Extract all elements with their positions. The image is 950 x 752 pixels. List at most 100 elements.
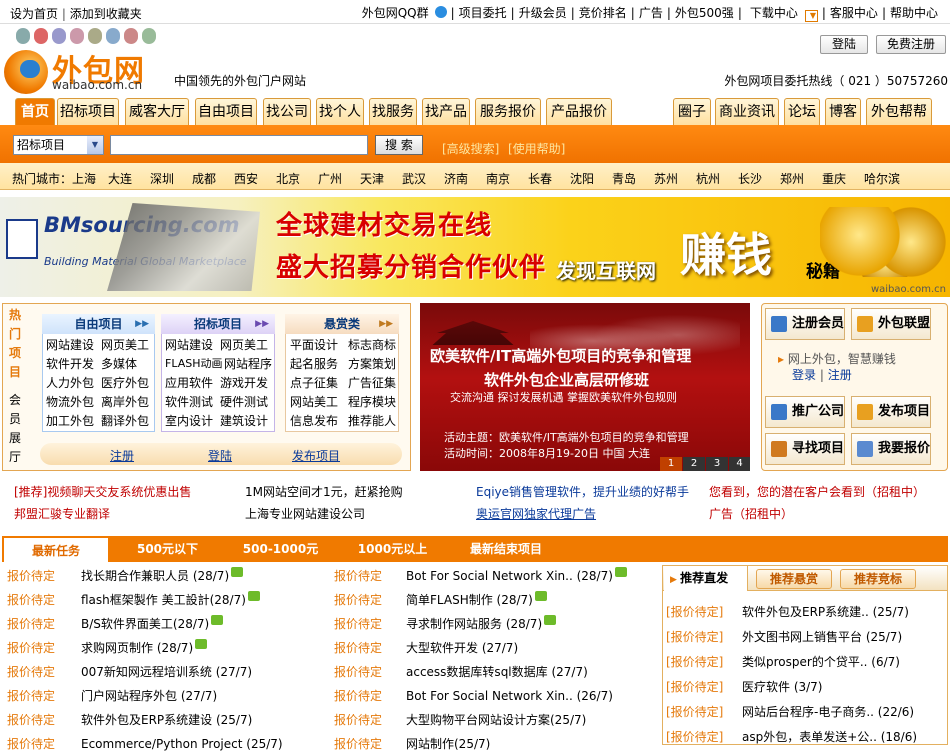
free-projects-header[interactable]: 自由项目 ▶▶: [42, 314, 155, 334]
category-link[interactable]: 多媒体: [101, 355, 137, 372]
city-link[interactable]: 上海: [72, 170, 96, 187]
register-link[interactable]: 注册: [110, 447, 134, 464]
member-hall-side-label[interactable]: 会 员 展 厅: [6, 391, 24, 467]
nav-forum[interactable]: 论坛: [784, 98, 820, 125]
top500-link[interactable]: 外包500强: [671, 6, 738, 20]
category-link[interactable]: 应用软件: [165, 374, 213, 391]
category-link[interactable]: 标志商标: [348, 336, 396, 353]
add-favorite-link[interactable]: 添加到收藏夹: [70, 7, 142, 21]
category-link[interactable]: 物流外包: [46, 393, 94, 410]
tab-recommended-direct[interactable]: ▶ 推荐直发: [664, 566, 748, 591]
text-ad[interactable]: 1M网站空间才1元，赶紧抢购: [245, 483, 403, 500]
category-link[interactable]: FLASH动画: [165, 355, 223, 371]
task-title-link[interactable]: Ecommerce/Python Project (25/7): [81, 737, 283, 751]
task-title-link[interactable]: 007新知网远程培训系统 (27/7): [81, 665, 252, 679]
member-login-link[interactable]: 登录: [792, 368, 816, 382]
city-link[interactable]: 长春: [528, 170, 552, 187]
promote-company-button[interactable]: 推广公司: [765, 396, 845, 428]
category-link[interactable]: 起名服务: [290, 355, 338, 372]
login-button[interactable]: 登陆: [820, 35, 868, 54]
task-title-link[interactable]: Bot For Social Network Xin.. (28/7): [406, 569, 613, 583]
usage-help-link[interactable]: [使用帮助]: [508, 140, 565, 157]
search-input[interactable]: [110, 135, 368, 155]
nav-find-company[interactable]: 找公司: [263, 98, 311, 125]
city-link[interactable]: 南京: [486, 170, 510, 187]
nav-help-group[interactable]: 外包帮帮: [866, 98, 932, 125]
slideshow[interactable]: 欧美软件/IT高端外包项目的竞争和管理 软件外包企业高层研修班 交流沟通 探讨发…: [420, 303, 750, 471]
text-ad[interactable]: 上海专业网站建设公司: [245, 505, 365, 522]
category-link[interactable]: 翻译外包: [101, 412, 149, 429]
nav-blog[interactable]: 博客: [825, 98, 861, 125]
slide-page-4[interactable]: 4: [729, 457, 750, 471]
upgrade-member-link[interactable]: 升级会员: [515, 6, 571, 20]
city-link[interactable]: 成都: [192, 170, 216, 187]
city-link[interactable]: 深圳: [150, 170, 174, 187]
bid-projects-header[interactable]: 招标项目 ▶▶: [161, 314, 275, 334]
task-title-link[interactable]: 网站后台程序-电子商务.. (22/6): [742, 705, 914, 719]
category-link[interactable]: 加工外包: [46, 412, 94, 429]
select-arrow-icon[interactable]: ▼: [87, 136, 103, 154]
category-link[interactable]: 硬件测试: [220, 393, 268, 410]
service-center-link[interactable]: 客服中心: [826, 6, 882, 20]
city-link[interactable]: 杭州: [696, 170, 720, 187]
category-link[interactable]: 程序模块: [348, 393, 396, 410]
logo[interactable]: 外包网 waibao.com.cn: [4, 26, 164, 94]
category-link[interactable]: 方案策划: [348, 355, 396, 372]
text-ad[interactable]: 邦盟汇骏专业翻译: [14, 505, 110, 522]
slide-page-1[interactable]: 1: [660, 457, 682, 471]
task-title-link[interactable]: asp外包，表单发送+公.. (18/6): [742, 730, 917, 744]
city-link[interactable]: 苏州: [654, 170, 678, 187]
member-register-link[interactable]: 注册: [828, 368, 852, 382]
nav-find-service[interactable]: 找服务: [369, 98, 417, 125]
category-link[interactable]: 广告征集: [348, 374, 396, 391]
task-title-link[interactable]: 简单FLASH制作 (28/7): [406, 593, 533, 607]
publish-project-button[interactable]: 发布项目: [851, 396, 931, 428]
category-link[interactable]: 游戏开发: [220, 374, 268, 391]
city-link[interactable]: 长沙: [738, 170, 762, 187]
category-link[interactable]: 网站美工: [290, 393, 338, 410]
nav-product-quote[interactable]: 产品报价: [546, 98, 612, 125]
category-link[interactable]: 离岸外包: [101, 393, 149, 410]
nav-bid-projects[interactable]: 招标项目: [57, 98, 119, 125]
category-link[interactable]: 平面设计: [290, 336, 338, 353]
alliance-button[interactable]: 外包联盟: [851, 308, 931, 340]
category-link[interactable]: 室内设计: [165, 412, 213, 429]
download-center-link[interactable]: 下载中心 ▼: [742, 6, 822, 22]
task-title-link[interactable]: 找长期合作兼职人员 (28/7): [81, 569, 229, 583]
city-link[interactable]: 西安: [234, 170, 258, 187]
city-link[interactable]: 哈尔滨: [864, 170, 900, 187]
tab-under-500[interactable]: 500元以下: [120, 536, 215, 562]
category-link[interactable]: 医疗外包: [101, 374, 149, 391]
text-ad[interactable]: 广告（招租中）: [709, 505, 793, 522]
task-title-link[interactable]: access数据库转sql数据库 (27/7): [406, 665, 588, 679]
category-link[interactable]: 建筑设计: [220, 412, 268, 429]
city-link[interactable]: 郑州: [780, 170, 804, 187]
task-title-link[interactable]: 寻求制作网站服务 (28/7): [406, 617, 542, 631]
city-link[interactable]: 重庆: [822, 170, 846, 187]
quote-button[interactable]: 我要报价: [851, 433, 931, 465]
slide-page-3[interactable]: 3: [706, 457, 728, 471]
nav-free-projects[interactable]: 自由项目: [195, 98, 257, 125]
reward-header[interactable]: 悬赏类 ▶▶: [285, 314, 399, 334]
category-link[interactable]: 网页美工: [220, 336, 268, 353]
bid-ranking-link[interactable]: 竞价排名: [575, 6, 631, 20]
category-link[interactable]: 人力外包: [46, 374, 94, 391]
task-title-link[interactable]: 软件外包及ERP系统建设 (25/7): [81, 713, 252, 727]
tab-recommended-reward[interactable]: 推荐悬赏: [756, 569, 832, 589]
category-link[interactable]: 网站建设: [46, 336, 94, 353]
task-title-link[interactable]: 医疗软件 (3/7): [742, 680, 823, 694]
city-link[interactable]: 武汉: [402, 170, 426, 187]
text-ad[interactable]: [推荐]视频聊天交友系统优惠出售: [14, 483, 191, 500]
ad-banner[interactable]: BMsourcing.com Building Material Global …: [0, 197, 950, 297]
task-title-link[interactable]: 网站制作(25/7): [406, 737, 490, 751]
task-title-link[interactable]: 求购网页制作 (28/7): [81, 641, 193, 655]
city-link[interactable]: 天津: [360, 170, 384, 187]
category-link[interactable]: 网页美工: [101, 336, 149, 353]
dropdown-arrow-icon[interactable]: ▼: [804, 10, 818, 22]
task-title-link[interactable]: flash框架製作 美工設計(28/7): [81, 593, 246, 607]
project-type-select[interactable]: 招标项目 ▼: [13, 135, 104, 155]
tab-over-1000[interactable]: 1000元以上: [345, 536, 440, 562]
register-member-button[interactable]: 注册会员: [765, 308, 845, 340]
search-button[interactable]: 搜 索: [375, 135, 423, 155]
find-project-button[interactable]: 寻找项目: [765, 433, 845, 465]
